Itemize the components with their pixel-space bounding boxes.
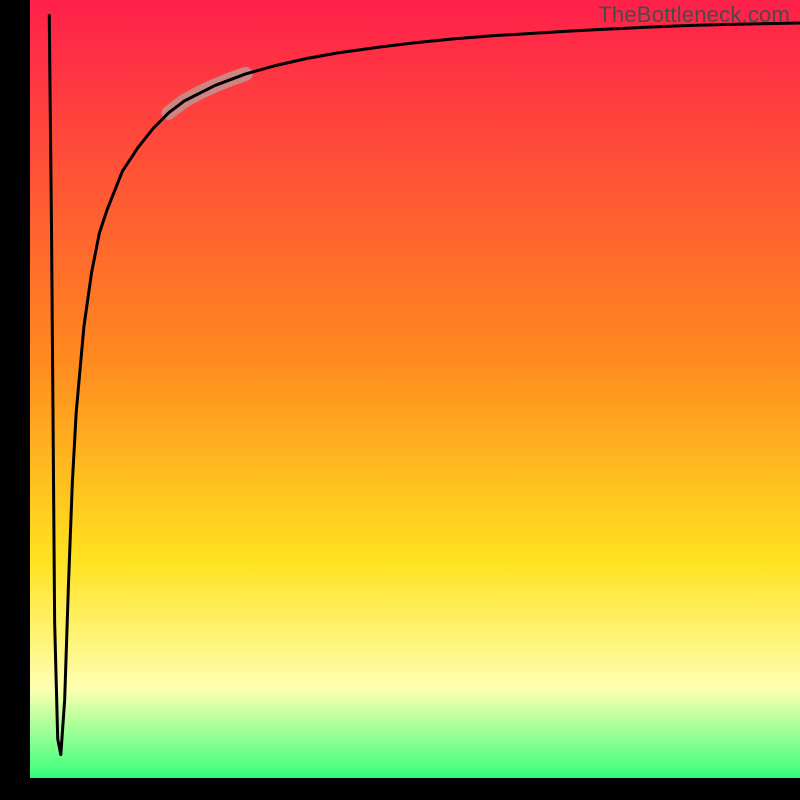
bottleneck-chart bbox=[0, 0, 800, 800]
plot-background bbox=[0, 0, 800, 800]
bottom-axis-band bbox=[0, 778, 800, 800]
chart-container: TheBottleneck.com bbox=[0, 0, 800, 800]
left-axis-band bbox=[0, 0, 30, 800]
